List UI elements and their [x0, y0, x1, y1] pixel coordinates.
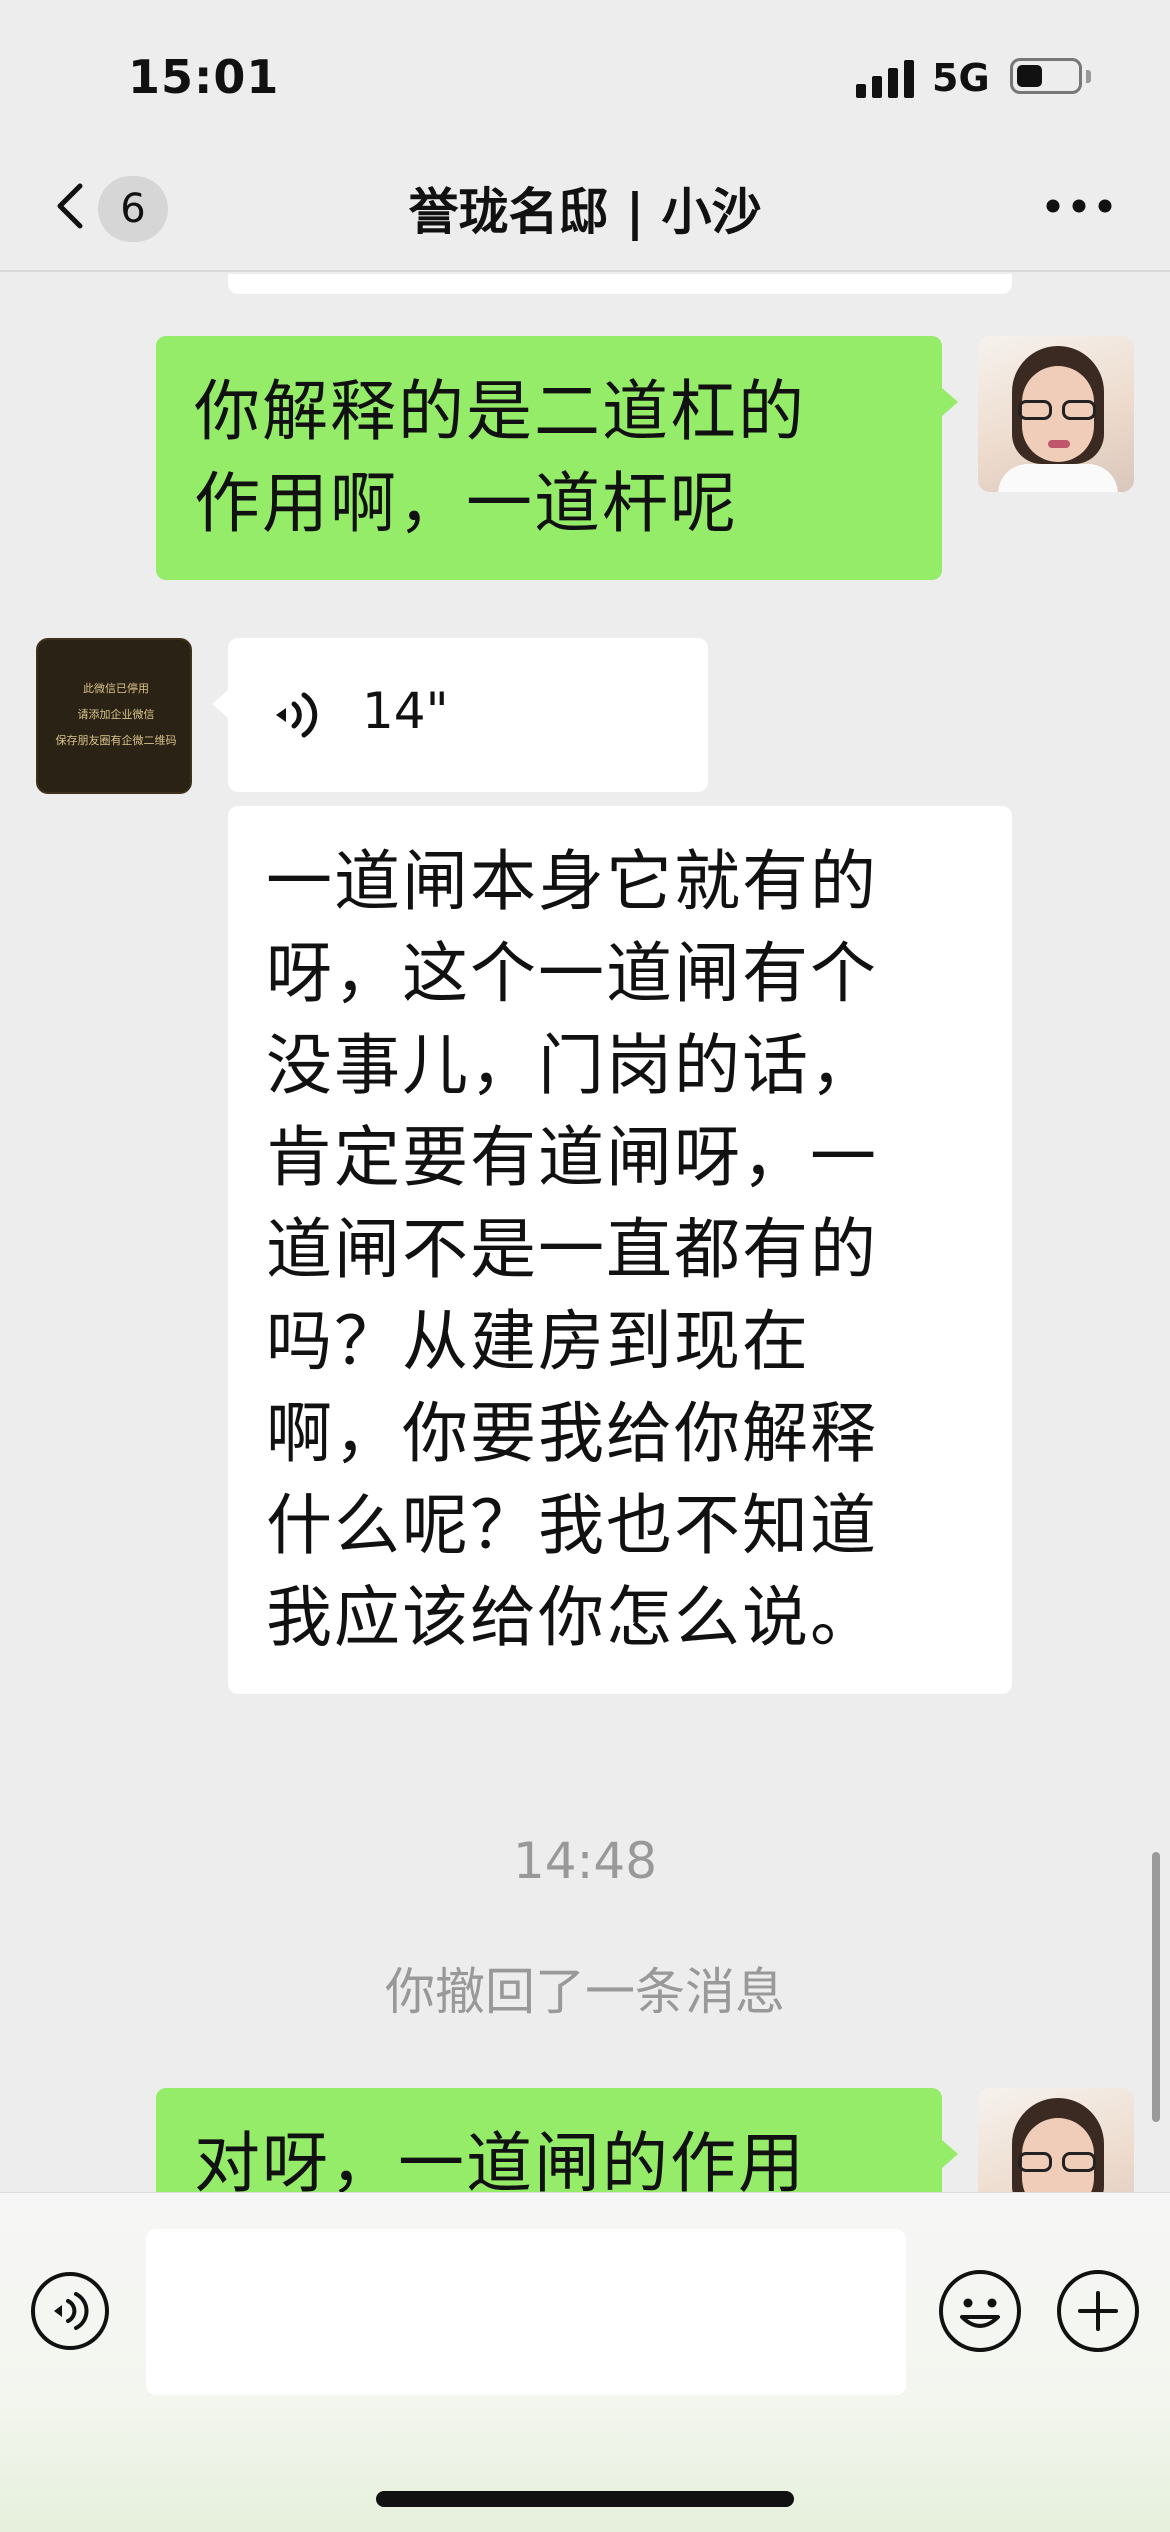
more-dots-icon[interactable] [1046, 198, 1112, 214]
message-line: 作用啊，一道杆呢 [194, 465, 738, 542]
message-line: 对呀，一道闸的作用 [194, 2125, 806, 2192]
emoji-icon[interactable] [938, 2269, 1022, 2353]
message-line: 我应该给你怎么说。 [266, 1579, 878, 1656]
status-time: 15:01 [128, 50, 280, 104]
home-indicator[interactable] [376, 2491, 794, 2507]
battery-cap [1086, 70, 1091, 83]
bubble-tail [942, 2140, 958, 2168]
message-line: 呀，这个一道闸有个 [266, 935, 878, 1012]
voice-input-icon[interactable] [30, 2271, 110, 2351]
network-label: 5G [932, 56, 990, 100]
avatar-text: 此微信已停用 请添加企业微信 保存朋友圈有企微二维码 [55, 682, 177, 747]
message-line: 吗？从建房到现在 [266, 1303, 810, 1380]
message-line: 什么呢？我也不知道 [266, 1487, 878, 1564]
voice-message-bubble[interactable]: 14" [228, 638, 708, 792]
contact-avatar[interactable]: 此微信已停用 请添加企业微信 保存朋友圈有企微二维码 [36, 638, 192, 794]
chevron-left-icon[interactable] [44, 178, 100, 234]
voice-wave-icon [276, 692, 318, 738]
recall-notice: 你撤回了一条消息 [385, 1963, 785, 2021]
scroll-indicator[interactable] [1152, 1852, 1160, 2122]
message-input[interactable] [146, 2229, 906, 2395]
plus-icon[interactable] [1056, 2269, 1140, 2353]
self-avatar[interactable] [978, 336, 1134, 492]
message-bubble[interactable]: 你解释的是二道杠的 作用啊，一道杆呢 [156, 336, 942, 580]
status-bar: 15:01 5G [0, 0, 1170, 140]
message-timestamp: 14:48 [512, 1832, 658, 1890]
unread-count-badge[interactable]: 6 [98, 176, 168, 242]
message-line: 一道闸本身它就有的 [266, 843, 878, 920]
cellular-signal-icon [856, 58, 916, 98]
message-line: 啊，你要我给你解释 [266, 1395, 878, 1472]
message-bubble[interactable]: 对呀，一道闸的作用 [156, 2088, 942, 2192]
voice-duration: 14" [362, 682, 449, 740]
message-line: 没事儿，门岗的话， [266, 1027, 878, 1104]
battery-level [1017, 65, 1042, 87]
self-avatar[interactable] [978, 2088, 1134, 2192]
previous-message-bubble [228, 274, 1012, 294]
bubble-tail [212, 690, 228, 718]
message-line: 你解释的是二道杠的 [194, 373, 806, 450]
chat-title: 誉珑名邸 | 小沙 [408, 183, 762, 241]
input-bar [0, 2192, 1170, 2532]
chat-area[interactable]: 你解释的是二道杠的 作用啊，一道杆呢 此微信已停用 请添加企业微信 保存朋友圈有… [0, 274, 1170, 2192]
battery-icon [1010, 58, 1082, 94]
message-line: 道闸不是一直都有的 [266, 1211, 878, 1288]
transcript-bubble[interactable]: 一道闸本身它就有的 呀，这个一道闸有个 没事儿，门岗的话， 肯定要有道闸呀，一 … [228, 806, 1012, 1694]
bubble-tail [942, 388, 958, 416]
message-line: 肯定要有道闸呀，一 [266, 1119, 878, 1196]
